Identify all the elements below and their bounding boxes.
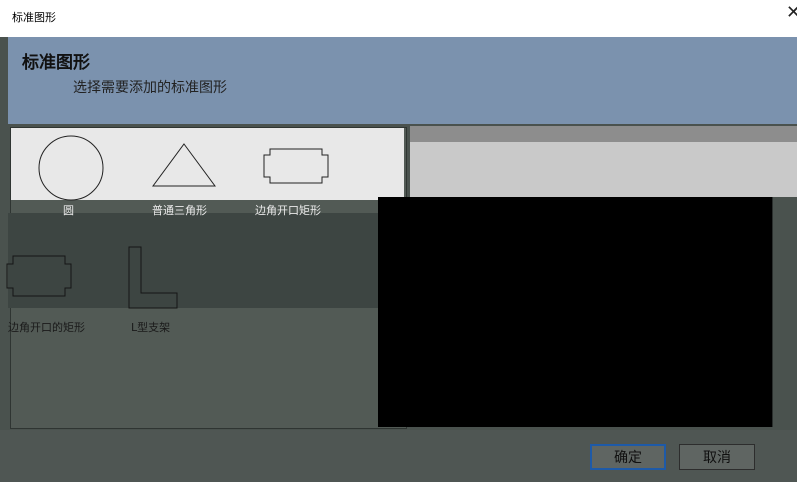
header-subtitle: 选择需要添加的标准图形 [73, 80, 227, 96]
shape-item-notched-rect-2[interactable] [5, 254, 73, 302]
preview-canvas [378, 197, 772, 427]
shape-label-triangle: 普通三角形 [152, 204, 207, 217]
dialog-footer [0, 430, 797, 482]
shape-item-triangle[interactable] [151, 141, 217, 193]
right-scroll-strip[interactable] [772, 197, 797, 427]
shape-item-l-bracket[interactable] [126, 245, 180, 315]
shape-label-notched-rect: 边角开口矩形 [255, 204, 321, 217]
ok-button[interactable]: 确定 [590, 444, 666, 470]
shape-label-l-bracket: L型支架 [131, 321, 171, 334]
title-bar [0, 0, 797, 37]
triangle-icon [152, 143, 216, 187]
l-bracket-icon [128, 246, 178, 309]
shape-item-circle[interactable] [36, 133, 106, 207]
notched-rect-icon [263, 148, 329, 184]
header-title: 标准图形 [22, 53, 90, 73]
notched-rect-icon [6, 255, 72, 297]
close-icon[interactable]: ✕ [786, 4, 797, 22]
shape-label-circle: 圆 [63, 204, 74, 217]
preview-strip [410, 126, 797, 142]
shape-label-notched-rect-2: 边角开口的矩形 [8, 321, 85, 334]
window-title: 标准图形 [12, 11, 56, 24]
cancel-button[interactable]: 取消 [679, 444, 755, 470]
shape-item-notched-rect[interactable] [262, 147, 330, 189]
circle-icon [38, 135, 104, 201]
